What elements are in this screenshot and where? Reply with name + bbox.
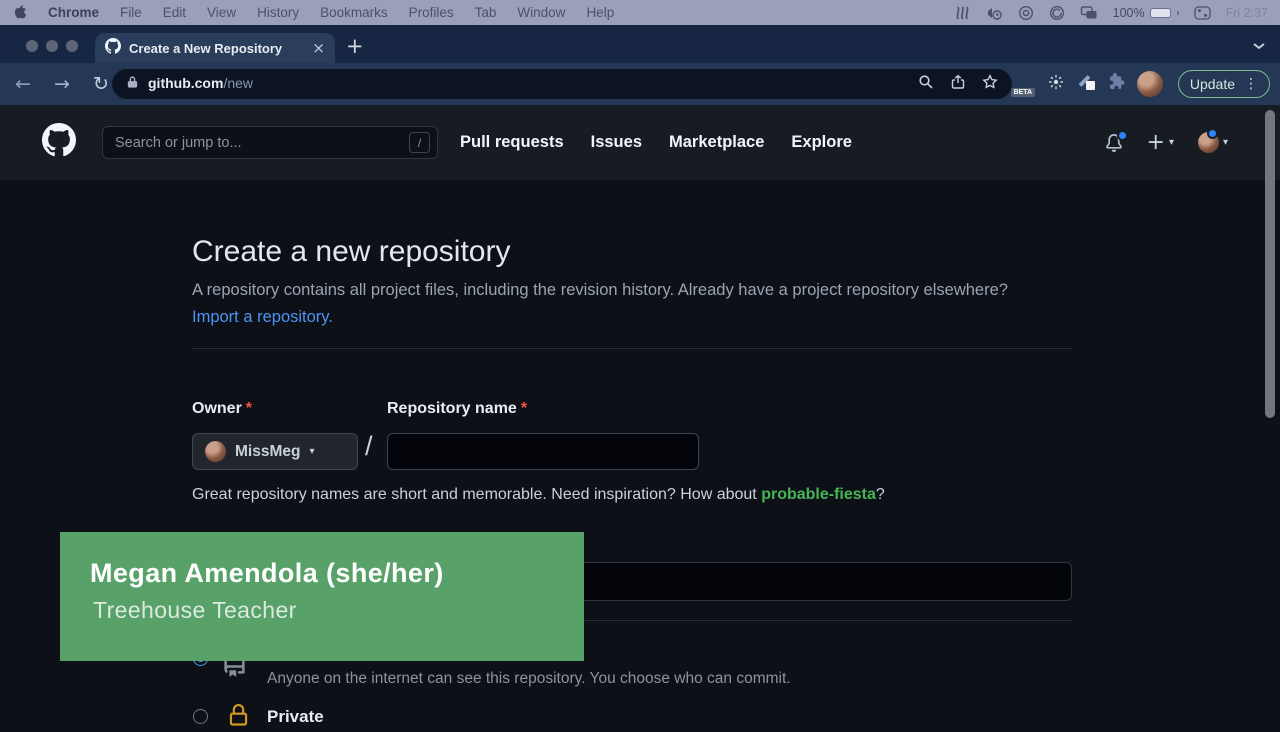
chrome-tab-strip: Create a New Repository × +	[0, 25, 1280, 63]
tab-title: Create a New Repository	[129, 41, 304, 56]
hint-text: Great repository names are short and mem…	[192, 486, 761, 503]
https-lock-icon[interactable]	[126, 75, 139, 94]
notification-dot	[1117, 130, 1128, 141]
tab-search-chevron-icon[interactable]	[1252, 38, 1266, 56]
chevron-down-icon: ▾	[1169, 137, 1174, 148]
menu-view[interactable]: View	[207, 5, 236, 20]
battery-indicator[interactable]: 100%	[1113, 6, 1179, 20]
github-header: / Pull requests Issues Marketplace Explo…	[0, 105, 1280, 180]
sync-status-icon[interactable]	[1049, 5, 1065, 21]
macos-menubar: Chrome File Edit View History Bookmarks …	[0, 0, 1280, 25]
display-mirroring-icon[interactable]	[1080, 5, 1098, 20]
private-label: Private	[267, 707, 324, 727]
avatar-status-dot	[1207, 128, 1218, 139]
editor-extension-icon[interactable]	[1077, 72, 1096, 96]
private-lock-icon	[227, 704, 250, 732]
owner-label: Owner*	[192, 400, 252, 418]
share-icon[interactable]	[950, 74, 966, 95]
traffic-light-close[interactable]	[26, 40, 38, 52]
beta-extension-icon[interactable]: BETA	[1011, 71, 1035, 97]
chrome-profile-avatar[interactable]	[1137, 71, 1163, 97]
zoom-icon[interactable]	[918, 74, 934, 95]
intro-text: A repository contains all project files,…	[192, 277, 1020, 331]
back-button[interactable]: ←	[12, 73, 34, 95]
reload-button[interactable]: ↻	[90, 73, 112, 95]
private-radio[interactable]	[193, 709, 208, 724]
clock-badge-status-icon[interactable]	[986, 5, 1003, 21]
menu-edit[interactable]: Edit	[163, 5, 186, 20]
repo-name-hint: Great repository names are short and mem…	[192, 486, 885, 504]
suggested-repo-name[interactable]: probable-fiesta	[761, 486, 876, 503]
menu-bookmarks[interactable]: Bookmarks	[320, 5, 388, 20]
menu-help[interactable]: Help	[586, 5, 614, 20]
github-nav: Pull requests Issues Marketplace Explore	[460, 133, 852, 152]
url-path: /new	[223, 75, 253, 91]
nav-explore[interactable]: Explore	[791, 133, 852, 152]
required-asterisk: *	[521, 400, 527, 417]
slash-key-hint: /	[409, 132, 430, 153]
required-asterisk: *	[246, 400, 252, 417]
owner-name: MissMeg	[235, 443, 300, 461]
nav-issues[interactable]: Issues	[591, 133, 642, 152]
nav-marketplace[interactable]: Marketplace	[669, 133, 764, 152]
github-favicon	[105, 38, 121, 59]
menu-history[interactable]: History	[257, 5, 299, 20]
import-repository-link[interactable]: Import a repository.	[192, 308, 333, 326]
update-label: Update	[1190, 76, 1235, 92]
search-input[interactable]	[115, 135, 401, 151]
window-controls	[26, 40, 78, 52]
nav-pull-requests[interactable]: Pull requests	[460, 133, 564, 152]
beta-badge: BETA	[1011, 88, 1035, 97]
presenter-role: Treehouse Teacher	[93, 597, 297, 624]
chrome-update-button[interactable]: Update ⋮	[1178, 70, 1270, 98]
owner-avatar	[205, 441, 226, 462]
devtools-extension-icon[interactable]	[1047, 73, 1065, 96]
presenter-name: Megan Amendola (she/her)	[90, 558, 444, 589]
repository-name-input[interactable]	[387, 433, 699, 470]
control-center-icon[interactable]	[1194, 6, 1211, 20]
presenter-card: Megan Amendola (she/her) Treehouse Teach…	[60, 532, 584, 661]
github-search-box[interactable]: /	[102, 126, 438, 159]
forward-button[interactable]: →	[51, 73, 73, 95]
hint-suffix: ?	[876, 486, 885, 503]
notifications-bell-icon[interactable]	[1105, 134, 1123, 152]
rewind-status-icon[interactable]	[955, 5, 971, 21]
traffic-light-zoom[interactable]	[66, 40, 78, 52]
create-new-menu[interactable]: + ▾	[1147, 132, 1174, 154]
apple-icon[interactable]	[12, 3, 27, 23]
circle-status-icon[interactable]	[1018, 5, 1034, 21]
menu-chrome[interactable]: Chrome	[48, 5, 99, 20]
divider	[192, 348, 1072, 349]
user-menu[interactable]: ▾	[1198, 132, 1228, 153]
menu-window[interactable]: Window	[517, 5, 565, 20]
page-title: Create a new repository	[192, 235, 511, 269]
repo-name-label-text: Repository name	[387, 400, 517, 417]
address-bar[interactable]: github.com/new	[112, 69, 1012, 99]
public-description: Anyone on the internet can see this repo…	[267, 670, 791, 688]
menu-file[interactable]: File	[120, 5, 142, 20]
owner-repo-separator: /	[365, 431, 373, 462]
traffic-light-minimize[interactable]	[46, 40, 58, 52]
browser-tab[interactable]: Create a New Repository ×	[95, 33, 335, 63]
scrollbar-thumb[interactable]	[1265, 110, 1275, 418]
github-logo-icon[interactable]	[42, 123, 76, 162]
owner-select-button[interactable]: MissMeg ▾	[192, 433, 358, 470]
plus-icon: +	[1147, 132, 1165, 154]
chrome-toolbar: ← → ↻ github.com/new BETA	[0, 63, 1280, 105]
url-host: github.com	[148, 75, 223, 91]
tab-close-icon[interactable]: ×	[312, 41, 325, 56]
bookmark-star-icon[interactable]	[982, 74, 998, 95]
chevron-down-icon: ▾	[309, 446, 314, 457]
extensions-puzzle-icon[interactable]	[1108, 73, 1125, 95]
intro-body: A repository contains all project files,…	[192, 281, 1008, 299]
new-tab-button[interactable]: +	[346, 34, 364, 58]
menu-tab[interactable]: Tab	[475, 5, 497, 20]
chrome-menu-kebab-icon[interactable]: ⋮	[1244, 76, 1258, 92]
owner-label-text: Owner	[192, 400, 242, 417]
menubar-clock[interactable]: Fri 2:37	[1226, 6, 1268, 20]
chevron-down-icon: ▾	[1223, 137, 1228, 148]
battery-percent: 100%	[1113, 6, 1145, 20]
menu-profiles[interactable]: Profiles	[409, 5, 454, 20]
repository-name-label: Repository name*	[387, 400, 527, 418]
